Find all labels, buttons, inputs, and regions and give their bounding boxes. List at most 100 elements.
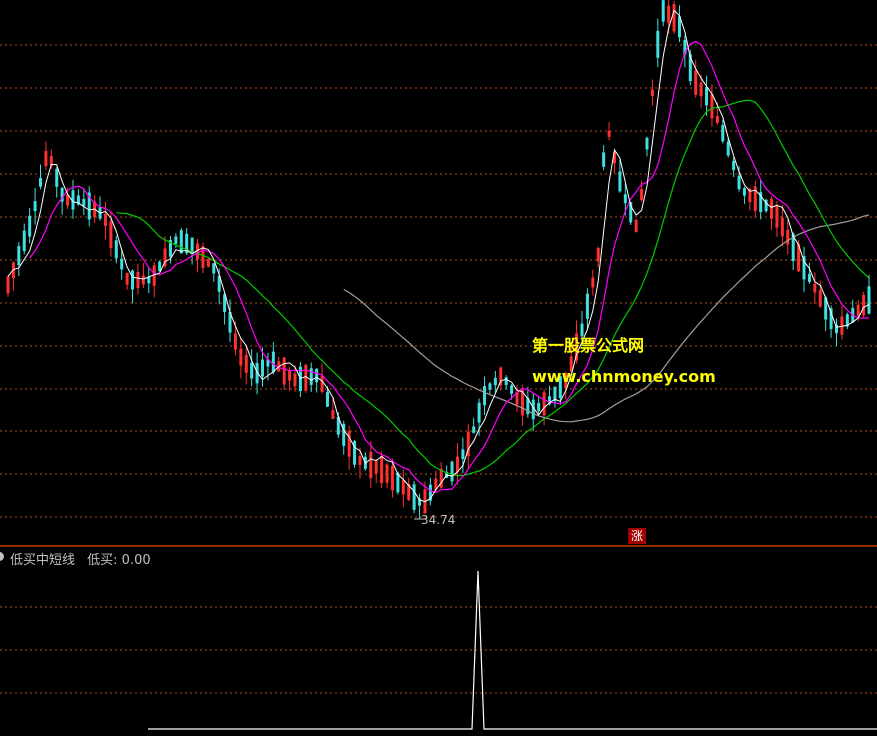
candle-body (493, 377, 497, 386)
candle-body (315, 368, 319, 383)
candle-body (602, 152, 606, 167)
candle-body (672, 4, 676, 32)
candle-body (661, 0, 665, 22)
candle-body (775, 205, 779, 228)
candle-body (623, 194, 627, 204)
candle-body (813, 283, 817, 293)
candle-body (455, 456, 459, 473)
watermark-title: 第一股票公式网 (532, 336, 645, 355)
candle-body (634, 219, 638, 233)
candle-body (22, 230, 26, 252)
candle-body (542, 392, 546, 416)
candle-body (320, 375, 324, 392)
candle-body (439, 468, 443, 488)
candle-body (179, 230, 183, 254)
candle-body (17, 246, 21, 266)
indicator-line (148, 570, 877, 730)
candle-body (818, 290, 822, 307)
candle-body (862, 294, 866, 316)
candle-body (125, 272, 129, 285)
ma-long-line (343, 214, 870, 423)
candle-body (710, 93, 714, 119)
candle-body (358, 456, 362, 465)
candle-body (347, 431, 351, 457)
candle-body (239, 348, 243, 366)
candle-body (607, 130, 611, 137)
candle-body (120, 258, 124, 270)
candle-body (504, 377, 508, 386)
candle-body (374, 461, 378, 474)
candle-body (591, 277, 595, 288)
ma-fast-line (7, 9, 870, 503)
candle-body (141, 275, 145, 285)
candle-body (650, 89, 654, 97)
candle-body (6, 276, 10, 294)
indicator-value: 低买: 0.00 (87, 553, 151, 568)
candle-body (250, 362, 254, 379)
candle-body (786, 229, 790, 245)
rise-badge: 涨 (628, 528, 646, 544)
candle-body (390, 466, 394, 491)
candle-body (450, 461, 454, 482)
candle-body (699, 82, 703, 97)
candle-body (33, 201, 37, 212)
candle-body (82, 199, 86, 207)
ma-mid-line (116, 99, 870, 477)
candle-body (780, 217, 784, 237)
candle-body (656, 30, 660, 58)
candle-body (807, 273, 811, 282)
candle-body (412, 484, 416, 510)
candle-body (401, 480, 405, 495)
candle-body (726, 141, 730, 156)
low-price-label: 34.74 (421, 513, 456, 527)
candle-body (325, 391, 329, 407)
candle-body (483, 386, 487, 406)
candle-body (131, 270, 135, 290)
candle-body (103, 213, 107, 226)
candle-body (331, 410, 335, 419)
candle-body (840, 316, 844, 335)
candle-body (537, 402, 541, 412)
candle-body (380, 455, 384, 484)
candle-body (293, 373, 297, 387)
candle-body (114, 240, 118, 259)
indicator-name: 低买中短线 (10, 553, 76, 568)
candle-body (867, 286, 871, 314)
candle-body (109, 221, 113, 248)
candle-body (742, 188, 746, 196)
candle-body (212, 263, 216, 274)
candle-body (694, 70, 698, 95)
indicator-grid (0, 606, 877, 694)
candle-body (645, 137, 649, 150)
candle-body (472, 426, 476, 433)
candle-body (282, 357, 286, 385)
candle-body (618, 171, 622, 192)
candle-body (309, 368, 313, 385)
candle-body (705, 87, 709, 106)
candle-body (206, 258, 210, 267)
candle-body (288, 370, 292, 381)
watermark-url[interactable]: www.chnmoney.com (532, 367, 716, 386)
candle-body (369, 451, 373, 479)
candle-body (136, 271, 140, 289)
candle-body (640, 189, 644, 201)
candle-body (856, 304, 860, 316)
candle-body (28, 215, 32, 237)
candle-body (770, 198, 774, 219)
candle-body (38, 178, 42, 187)
candle-body (585, 293, 589, 319)
price-chart (0, 0, 877, 730)
candle-body (174, 236, 178, 244)
candle-body (732, 160, 736, 171)
indicator-header: 低买中短线 低买: 0.00 (0, 549, 151, 568)
candle-body (715, 116, 719, 124)
candle-body (271, 351, 275, 373)
candle-body (510, 385, 514, 394)
candle-body (667, 5, 671, 23)
candle-body (44, 150, 48, 167)
candle-body (261, 359, 265, 377)
candle-body (244, 354, 248, 373)
candle-body (477, 402, 481, 423)
candle-body (55, 168, 59, 187)
candle-body (737, 175, 741, 190)
